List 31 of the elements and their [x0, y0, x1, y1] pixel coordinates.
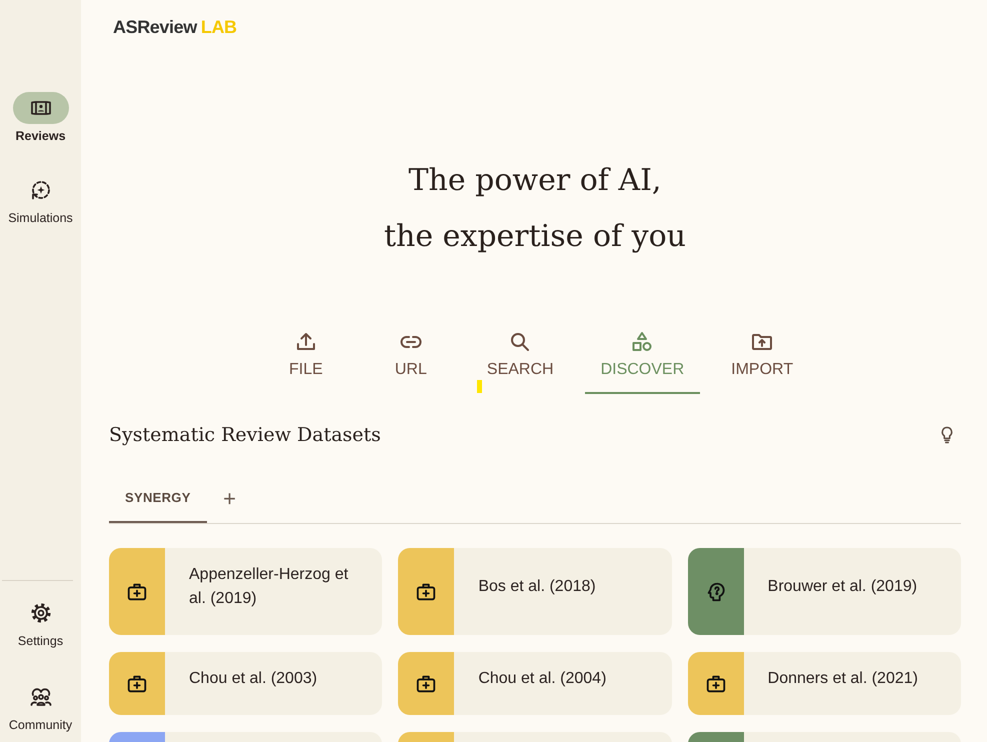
dataset-card[interactable]: Chou et al. (2004) [398, 652, 672, 715]
source-tab[interactable]: SEARCH [470, 320, 570, 394]
sidebar-nav-item[interactable]: Community [0, 681, 81, 733]
shapes-icon [630, 330, 654, 354]
dataset-title: Appenzeller-Herzog et al. (2019) [189, 565, 350, 609]
dataset-title: Chou et al. (2003) [189, 669, 318, 689]
source-tab[interactable]: URL [366, 320, 456, 394]
dataset-card[interactable]: Donners et al. (2021) [688, 652, 961, 715]
dataset-tab[interactable]: SYNERGY [109, 475, 207, 523]
sidebar-nav-item[interactable]: Simulations [0, 174, 81, 226]
dataset-title: Chou et al. (2004) [478, 669, 606, 689]
logo-text: ASReview [113, 17, 197, 37]
logo-suffix: LAB [200, 17, 237, 37]
source-tab[interactable]: DISCOVER [584, 320, 700, 394]
dataset-card[interactable]: Bos et al. (2018) [398, 548, 672, 635]
cursor-marker-icon [476, 380, 482, 393]
settings-icon [28, 601, 52, 625]
dataset-title: Brouwer et al. (2019) [768, 577, 918, 597]
headline-line: The power of AI, [408, 162, 662, 200]
sidebar-nav-item[interactable]: Reviews [0, 92, 81, 144]
section-title: Systematic Review Datasets [109, 424, 381, 446]
source-tab[interactable]: FILE [260, 320, 351, 394]
dataset-card[interactable]: Chou et al. (2003) [109, 652, 382, 715]
dataset-title: Bos et al. (2018) [478, 577, 596, 597]
dataset-title: Donners et al. (2021) [768, 669, 918, 689]
dataset-tab[interactable]: + [206, 475, 253, 523]
source-tab[interactable]: IMPORT [715, 320, 810, 394]
headline-line: the expertise of you [384, 218, 686, 256]
dataset-card[interactable]: Appenzeller-Herzog et al. (2019) [109, 548, 382, 635]
sidebar-nav-item[interactable]: Settings [0, 597, 81, 649]
dataset-card[interactable]: Brouwer et al. (2019) [688, 548, 961, 635]
